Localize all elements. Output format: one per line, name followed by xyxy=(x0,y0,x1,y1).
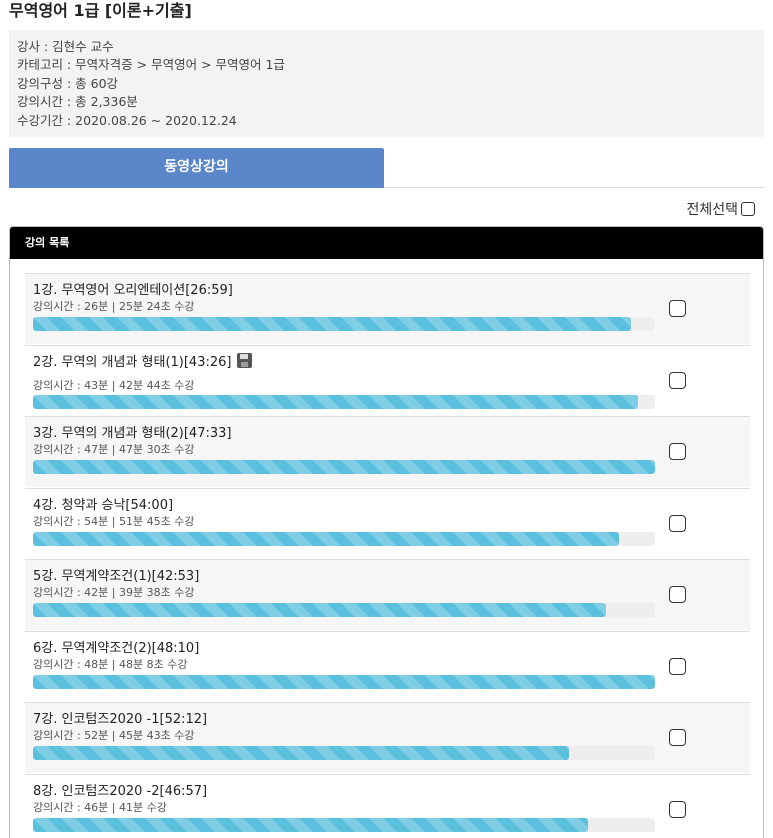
progress-fill xyxy=(33,394,638,409)
lecture-title[interactable]: 8강. 인코텀즈2020 -2[46:57] xyxy=(33,780,207,799)
lecture-title[interactable]: 4강. 청약과 승낙[54:00] xyxy=(33,494,173,513)
lecture-row[interactable]: 4강. 청약과 승낙[54:00] 강의시간 : 54분 | 51분 45초 수강 xyxy=(25,487,750,559)
lecture-checkbox[interactable] xyxy=(669,729,686,746)
progress-fill xyxy=(33,817,588,832)
lecture-checkbox[interactable] xyxy=(669,586,686,603)
lecture-time: 강의시간 : 26분 | 25분 24초 수강 xyxy=(33,300,195,313)
lecture-title-text: 8강. 인코텀즈2020 -2[46:57] xyxy=(33,783,208,799)
progress-bar xyxy=(33,603,655,617)
period-text: 수강기간 : 2020.08.26 ~ 2020.12.24 xyxy=(17,112,237,128)
progress-fill xyxy=(33,460,655,474)
course-info-box: 강사 : 김현수 교수 카테고리 : 무역자격증 > 무역영어 > 무역영어 1… xyxy=(9,30,764,137)
progress-bar xyxy=(33,817,655,832)
lecture-row[interactable]: 1강. 무역영어 오리엔테이션[26:59] 강의시간 : 26분 | 25분 2… xyxy=(25,273,750,344)
lecture-time: 강의시간 : 43분 | 42분 44초 수강 xyxy=(33,378,195,392)
composition-text: 강의구성 : 총 60강 xyxy=(17,75,119,91)
lecture-checkbox[interactable] xyxy=(669,514,686,532)
lecture-row[interactable]: 3강. 무역의 개념과 형태(2)[47:33] 강의시간 : 47분 | 47분… xyxy=(25,416,750,487)
lecture-title[interactable]: 5강. 무역계약조건(1)[42:53] xyxy=(33,565,199,584)
lecture-title-text: 6강. 무역계약조건(2)[48:10] xyxy=(33,640,200,656)
lecture-time: 강의시간 : 47분 | 47분 30초 수강 xyxy=(33,443,195,456)
lecture-time: 강의시간 : 46분 | 41분 수강 xyxy=(33,800,167,814)
floppy-disk-icon[interactable] xyxy=(237,352,253,368)
lecture-row[interactable]: 6강. 무역계약조건(2)[48:10] 강의시간 : 48분 | 48분 8초 … xyxy=(25,630,750,702)
lecture-row[interactable]: 5강. 무역계약조건(1)[42:53] 강의시간 : 42분 | 39분 38초… xyxy=(25,559,750,630)
lecture-title-text: 2강. 무역의 개념과 형태(1)[43:26] xyxy=(33,354,232,370)
progress-bar xyxy=(33,674,655,689)
lecture-title[interactable]: 6강. 무역계약조건(2)[48:10] xyxy=(33,637,199,656)
lecture-list-panel: 강의 목록 1강. 무역영어 오리엔테이션[26:59] 강의시간 : 26분 |… xyxy=(9,226,764,838)
progress-bar xyxy=(33,746,655,760)
progress-bar xyxy=(33,394,655,409)
lecture-title-text: 5강. 무역계약조건(1)[42:53] xyxy=(33,569,200,584)
course-title: 무역영어 1급 [이론+기출] xyxy=(9,1,192,20)
progress-fill xyxy=(33,746,570,760)
progress-fill xyxy=(33,674,655,689)
lecture-row[interactable]: 2강. 무역의 개념과 형태(1)[43:26] 강의시간 : 43분 | 42분… xyxy=(25,344,750,416)
total-time-text: 강의시간 : 총 2,336분 xyxy=(17,94,138,110)
progress-fill xyxy=(33,531,619,546)
lecture-title-text: 7강. 인코텀즈2020 -1[52:12] xyxy=(33,712,208,727)
lecture-checkbox[interactable] xyxy=(669,300,686,317)
progress-bar xyxy=(33,460,655,474)
progress-bar xyxy=(33,317,655,331)
tab-bar: 동영상강의 xyxy=(9,148,764,188)
progress-bar xyxy=(33,531,655,546)
select-all-label: 전체선택 xyxy=(686,202,738,218)
lecture-time: 강의시간 : 52분 | 45분 43초 수강 xyxy=(33,729,195,742)
instructor-text: 강사 : 김현수 교수 xyxy=(17,39,114,54)
lecture-title[interactable]: 3강. 무역의 개념과 형태(2)[47:33] xyxy=(33,422,231,441)
lecture-time: 강의시간 : 48분 | 48분 8초 수강 xyxy=(33,657,188,671)
select-all-checkbox[interactable] xyxy=(741,202,755,216)
lecture-checkbox[interactable] xyxy=(669,800,686,818)
lecture-row[interactable]: 8강. 인코텀즈2020 -2[46:57] 강의시간 : 46분 | 41분 수… xyxy=(25,773,750,838)
lecture-title[interactable]: 7강. 인코텀즈2020 -1[52:12] xyxy=(33,708,207,727)
lecture-title-text: 1강. 무역영어 오리엔테이션[26:59] xyxy=(33,283,233,298)
progress-fill xyxy=(33,603,607,617)
lecture-checkbox[interactable] xyxy=(669,657,686,675)
lecture-checkbox[interactable] xyxy=(669,371,686,389)
lecture-title[interactable]: 2강. 무역의 개념과 형태(1)[43:26] xyxy=(33,351,253,370)
select-all-control[interactable]: 전체선택 xyxy=(686,199,755,219)
lecture-title-text: 3강. 무역의 개념과 형태(2)[47:33] xyxy=(33,426,232,441)
lecture-row[interactable]: 7강. 인코텀즈2020 -1[52:12] 강의시간 : 52분 | 45분 4… xyxy=(25,702,750,773)
lecture-title-text: 4강. 청약과 승낙[54:00] xyxy=(33,497,174,513)
lecture-time: 강의시간 : 54분 | 51분 45초 수강 xyxy=(33,514,195,528)
lecture-time: 강의시간 : 42분 | 39분 38초 수강 xyxy=(33,586,195,599)
tab-video-lectures[interactable]: 동영상강의 xyxy=(9,148,384,188)
lecture-title[interactable]: 1강. 무역영어 오리엔테이션[26:59] xyxy=(33,279,233,298)
progress-fill xyxy=(33,317,632,331)
category-breadcrumb: 카테고리 : 무역자격증 > 무역영어 > 무역영어 1급 xyxy=(17,57,285,73)
panel-title: 강의 목록 xyxy=(10,227,763,259)
lecture-checkbox[interactable] xyxy=(669,443,686,460)
